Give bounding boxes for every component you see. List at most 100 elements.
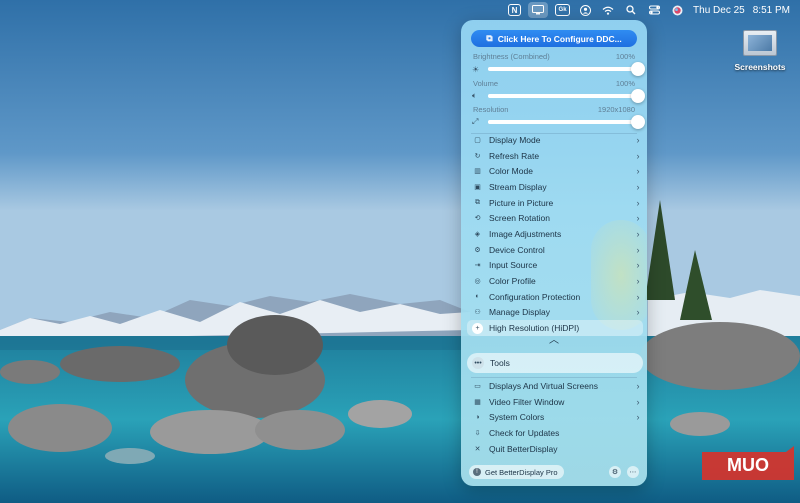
footer-actions: ⚙ ⋯ (609, 466, 639, 478)
check-updates-icon: ⇩ (474, 429, 481, 437)
panel-footer: ! Get BetterDisplay Pro ⚙ ⋯ (469, 464, 639, 480)
menu-item-check-updates[interactable]: ⇩ Check for Updates (467, 425, 643, 441)
siri-icon[interactable] (669, 3, 685, 17)
brightness-knob[interactable] (631, 62, 645, 76)
menu-item-label: Input Source (489, 260, 538, 271)
resolution-knob[interactable] (631, 115, 645, 129)
resolution-header: Resolution 1920x1080 (473, 105, 635, 114)
menu-item-input-source[interactable]: ⇥ Input Source › (467, 258, 643, 274)
menu-item-hidpi[interactable]: + High Resolution (HiDPI) (467, 320, 643, 336)
chevron-right-icon: › (636, 276, 640, 287)
notion-icon[interactable]: N (508, 4, 522, 16)
menu-item-screen-rotation[interactable]: ⟲ Screen Rotation › (467, 210, 643, 226)
chevron-right-icon: › (636, 307, 640, 318)
screenshots-folder-icon (743, 30, 777, 56)
brightness-track[interactable] (488, 62, 645, 76)
display-icon[interactable] (528, 2, 549, 18)
menu-item-manage-display[interactable]: ⚇ Manage Display › (467, 305, 643, 321)
menu-item-label: System Colors (489, 412, 545, 423)
pro-icon: ! (473, 468, 481, 476)
more-ellipsis-icon[interactable]: ⋯ (627, 466, 639, 478)
chevron-right-icon: › (636, 412, 640, 423)
color-profile-icon: ◎ (474, 278, 481, 286)
chevron-right-icon: › (636, 181, 640, 192)
menu-item-label: Tools (490, 358, 510, 368)
hidpi-icon: + (472, 322, 483, 334)
chevron-right-icon: › (636, 213, 640, 224)
chevron-right-icon: › (636, 197, 640, 208)
menu-item-label: Display Mode (489, 134, 541, 145)
manage-display-icon: ⚇ (474, 309, 481, 317)
menu-item-configuration-protection[interactable]: ◐ Configuration Protection › (467, 289, 643, 305)
brightness-value: 100% (615, 52, 635, 61)
chevron-right-icon: › (636, 244, 640, 255)
account-icon[interactable] (577, 3, 593, 17)
menu-item-system-colors[interactable]: ◑ System Colors › (467, 409, 643, 425)
menu-item-virtual-screens[interactable]: ▭ Displays And Virtual Screens › (467, 378, 643, 394)
screen-rotation-icon: ⟲ (474, 215, 481, 223)
sun-icon: ☀ (472, 64, 480, 74)
menu-item-label: Color Mode (489, 166, 533, 177)
get-pro-button[interactable]: ! Get BetterDisplay Pro (469, 465, 564, 479)
menubar-date[interactable]: Thu Dec 25 (693, 5, 745, 16)
menu-item-label: Configuration Protection (489, 291, 581, 302)
menu-item-stream-display[interactable]: ▣ Stream Display › (467, 179, 643, 195)
chevron-right-icon: › (636, 228, 640, 239)
volume-knob[interactable] (631, 89, 645, 103)
menu-item-label: Stream Display (489, 181, 547, 192)
menu-item-refresh-rate[interactable]: ↻ Refresh Rate › (467, 148, 643, 164)
picture-in-picture-icon: ⧉ (475, 198, 480, 206)
desktop-folder-screenshots[interactable]: Screenshots (728, 30, 792, 72)
menu-item-color-mode[interactable]: ▥ Color Mode › (467, 163, 643, 179)
search-icon[interactable] (623, 3, 639, 17)
menu-item-tools[interactable]: ••• Tools (467, 353, 643, 373)
virtual-screens-icon: ▭ (474, 382, 481, 390)
volume-slider[interactable]: 🔈︎ (472, 89, 645, 103)
menu-item-video-filter[interactable]: ▦ Video Filter Window › (467, 394, 643, 410)
collapse-chevron-icon[interactable]: ︿ (545, 336, 563, 346)
menubar-time[interactable]: 8:51 PM (753, 5, 790, 16)
chevron-right-icon: › (636, 380, 640, 391)
ellipsis-icon: ••• (472, 357, 484, 369)
display-icon-glyph (532, 5, 545, 15)
brightness-header: Brightness (Combined) 100% (473, 52, 635, 61)
volume-header: Volume 100% (473, 79, 635, 88)
wifi-icon-glyph (602, 6, 614, 15)
configuration-protection-icon: ◐ (475, 293, 480, 301)
chevron-right-icon: › (636, 260, 640, 271)
volume-fill (488, 94, 638, 98)
resolution-track[interactable] (488, 115, 645, 129)
volume-track[interactable] (488, 89, 645, 103)
text-icon[interactable]: Gk (555, 4, 571, 16)
resolution-label: Resolution (473, 105, 509, 114)
resolution-slider[interactable]: ⤢ (472, 115, 645, 129)
desktop-icon-label: Screenshots (734, 62, 786, 72)
menu-item-image-adjustments[interactable]: ◈ Image Adjustments › (467, 226, 643, 242)
menu-item-label: Image Adjustments (489, 228, 562, 239)
configure-ddc-button[interactable]: ⧉ Click Here To Configure DDC... (471, 30, 637, 47)
menu-item-display-mode[interactable]: ▢ Display Mode › (467, 132, 643, 148)
menu-item-quit[interactable]: ✕ Quit BetterDisplay (467, 441, 643, 457)
menu-item-label: Device Control (489, 244, 545, 255)
menu-item-picture-in-picture[interactable]: ⧉ Picture in Picture › (467, 195, 643, 211)
menu-item-label: High Resolution (HiDPI) (489, 323, 580, 334)
chevron-right-icon: › (636, 134, 640, 145)
volume-label: Volume (473, 79, 499, 88)
brightness-label: Brightness (Combined) (473, 52, 550, 61)
control-center-icon-glyph (648, 5, 660, 15)
menu-item-label: Screen Rotation (489, 213, 550, 224)
chevron-right-icon: › (636, 150, 640, 161)
settings-gear-icon[interactable]: ⚙ (609, 466, 621, 478)
resolution-value: 1920x1080 (597, 105, 635, 114)
display-mode-icon: ▢ (474, 136, 481, 144)
stream-display-icon: ▣ (474, 183, 481, 191)
resolution-icon: ⤢ (472, 117, 479, 126)
menu-item-device-control[interactable]: ⚙ Device Control › (467, 242, 643, 258)
menu-bar: N Gk Thu Dec 25 8:51 PM (0, 0, 800, 20)
configure-ddc-label: Click Here To Configure DDC... (497, 33, 622, 44)
resolution-fill (488, 120, 638, 124)
brightness-slider[interactable]: ☀ (472, 62, 645, 76)
menu-item-color-profile[interactable]: ◎ Color Profile › (467, 273, 643, 289)
wifi-icon[interactable] (600, 3, 616, 17)
control-center-icon[interactable] (646, 3, 662, 17)
